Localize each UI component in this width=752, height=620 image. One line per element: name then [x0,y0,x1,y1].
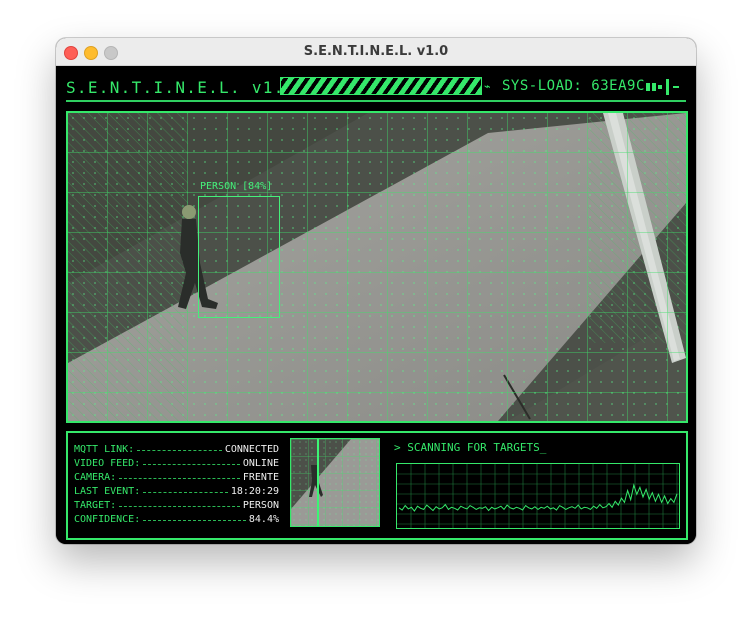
status-row: TARGET: PERSON [74,499,279,513]
sys-load-readout: SYS-LOAD: 63EA9C [502,78,645,94]
snapshot-thumbnail[interactable] [290,438,380,527]
status-value: ONLINE [242,458,279,469]
sys-load-label: SYS-LOAD: [502,78,583,94]
status-value: FRENTE [242,472,279,483]
activity-stripe-bar [280,77,482,95]
status-leader [143,519,246,521]
header-divider [66,100,686,102]
sentinel-app: S.E.N.T.I.N.E.L. v1.0 ⌁ SYS-LOAD: 63EA9C [56,66,696,544]
status-leader [143,463,240,465]
snapshot-image [291,439,379,526]
status-leader [119,505,240,507]
waveform-graph [396,463,680,529]
status-key: LAST EVENT: [74,486,141,497]
status-value: CONNECTED [224,444,279,455]
app-title: S.E.N.T.I.N.E.L. v1.0 [66,78,296,97]
waveform-canvas [397,464,679,528]
signal-meter-icon [646,79,686,95]
status-key: MQTT LINK: [74,444,135,455]
status-list: MQTT LINK: CONNECTED VIDEO FEED: ONLINE CAME… [74,443,279,527]
scan-status: > SCANNING FOR TARGETS_ [394,441,547,454]
app-window: S.E.N.T.I.N.E.L. v1.0 S.E.N.T.I.N.E.L. v… [56,38,696,544]
detection-label: PERSON [84%] [200,181,273,192]
status-row: CAMERA: FRENTE [74,471,279,485]
status-value: 18:20:29 [230,486,279,497]
status-row: MQTT LINK: CONNECTED [74,443,279,457]
signal-icon: ⌁ [484,80,491,93]
title-bar[interactable]: S.E.N.T.I.N.E.L. v1.0 [56,38,696,66]
status-value: PERSON [242,500,279,511]
sys-load-value: 63EA9C [591,78,645,94]
scan-line [317,439,319,526]
window-title: S.E.N.T.I.N.E.L. v1.0 [303,44,449,59]
status-key: TARGET: [74,500,117,511]
status-row: LAST EVENT: 18:20:29 [74,485,279,499]
status-leader [137,449,222,451]
camera-feed[interactable]: PERSON [84%] [66,111,688,423]
camera-scene [68,113,686,421]
status-row: CONFIDENCE: 84.4% [74,513,279,527]
status-row: VIDEO FEED: ONLINE [74,457,279,471]
status-key: CAMERA: [74,472,117,483]
status-value: 84.4% [248,514,279,525]
telemetry-panel: MQTT LINK: CONNECTED VIDEO FEED: ONLINE CAME… [66,431,688,540]
status-key: CONFIDENCE: [74,514,141,525]
status-leader [119,477,240,479]
status-key: VIDEO FEED: [74,458,141,469]
status-leader [143,491,228,493]
detection-box [198,196,280,318]
